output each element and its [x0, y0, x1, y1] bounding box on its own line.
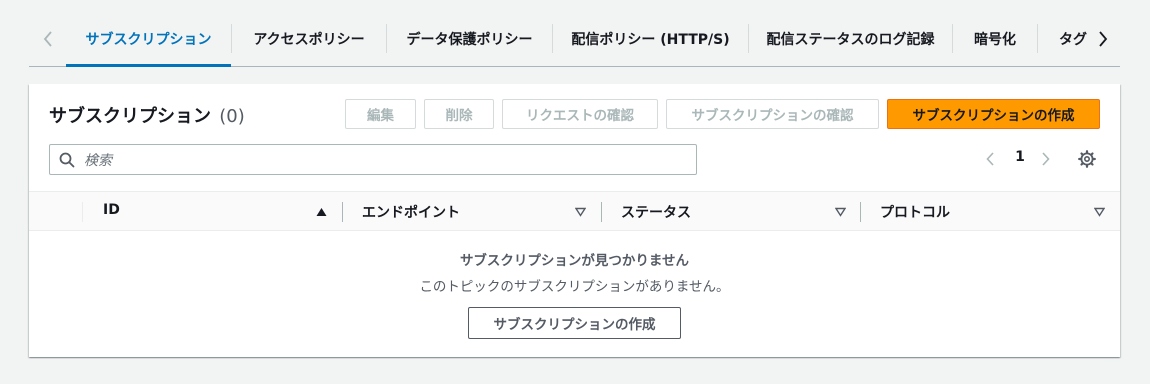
- empty-state-create-subscription-button[interactable]: サブスクリプションの作成: [468, 307, 681, 339]
- tab-overflow-clip: タグ: [1037, 12, 1087, 65]
- subscription-count: (0): [219, 106, 245, 127]
- column-divider: [82, 202, 83, 222]
- tab-subscriptions[interactable]: サブスクリプション: [66, 12, 231, 67]
- request-confirmation-button[interactable]: リクエストの確認: [502, 99, 658, 129]
- panel-title-text: サブスクリプション: [49, 106, 211, 127]
- column-divider[interactable]: [601, 202, 602, 222]
- column-header-protocol[interactable]: プロトコル: [880, 202, 950, 222]
- column-header-id[interactable]: ID: [103, 202, 120, 218]
- next-page-button[interactable]: [1039, 150, 1053, 168]
- tab-scroll-left-button[interactable]: [37, 26, 59, 52]
- tab-bar: サブスクリプション アクセスポリシー データ保護ポリシー 配信ポリシー (HTT…: [29, 12, 1120, 67]
- tab-scroll-right-button[interactable]: [1092, 26, 1114, 52]
- settings-gear-icon[interactable]: [1078, 150, 1096, 168]
- tab-access-policy[interactable]: アクセスポリシー: [232, 12, 386, 65]
- column-header-endpoint[interactable]: エンドポイント: [362, 202, 460, 222]
- confirm-subscription-button[interactable]: サブスクリプションの確認: [666, 99, 879, 129]
- tab-delivery-status-logging[interactable]: 配信ステータスのログ記録: [749, 12, 952, 65]
- table-header: ID エンドポイント ステータス プロトコル: [29, 191, 1120, 231]
- panel-title: サブスクリプション (0): [49, 102, 245, 128]
- sort-descending-icon[interactable]: [575, 207, 586, 217]
- empty-state-title: サブスクリプションが見つかりません: [459, 253, 690, 269]
- delete-button[interactable]: 削除: [424, 99, 494, 129]
- chevron-right-icon: [1099, 31, 1108, 47]
- sort-descending-icon[interactable]: [835, 207, 846, 217]
- tab-delivery-policy[interactable]: 配信ポリシー (HTTP/S): [553, 12, 748, 65]
- sort-ascending-icon[interactable]: [316, 207, 327, 217]
- search-input[interactable]: [82, 145, 690, 176]
- search-icon: [59, 152, 75, 168]
- tab-tags[interactable]: タグ: [1059, 12, 1087, 65]
- tab-encryption[interactable]: 暗号化: [953, 12, 1037, 65]
- search-box: [49, 144, 697, 176]
- tab-data-protection-policy[interactable]: データ保護ポリシー: [387, 12, 552, 65]
- subscriptions-panel: サブスクリプション (0) 編集 削除 リクエストの確認 サブスクリプションの確…: [29, 84, 1120, 357]
- empty-state-description: このトピックのサブスクリプションがありません。: [419, 279, 730, 295]
- current-page-number[interactable]: 1: [1013, 149, 1027, 165]
- sort-descending-icon[interactable]: [1094, 207, 1105, 217]
- create-subscription-button[interactable]: サブスクリプションの作成: [887, 99, 1100, 129]
- column-divider[interactable]: [342, 202, 343, 222]
- chevron-left-icon: [43, 31, 52, 47]
- chevron-left-icon: [986, 152, 994, 166]
- chevron-right-icon: [1042, 152, 1050, 166]
- edit-button[interactable]: 編集: [345, 99, 416, 129]
- column-header-status[interactable]: ステータス: [621, 202, 691, 222]
- column-divider[interactable]: [860, 202, 861, 222]
- previous-page-button[interactable]: [983, 150, 997, 168]
